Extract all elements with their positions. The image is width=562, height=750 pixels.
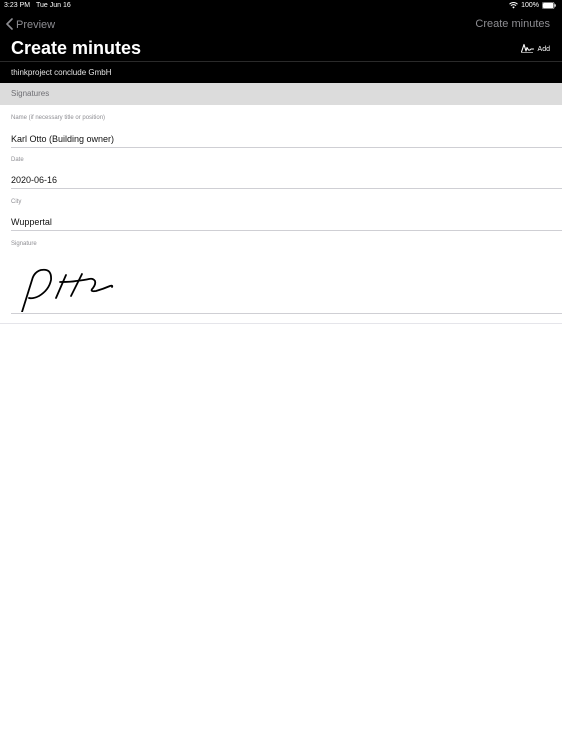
signature-underline [11,313,562,314]
app-screen: 3:23 PM Tue Jun 16 100% Preview Create m… [0,0,562,750]
battery-icon [542,2,556,9]
date-field[interactable] [11,175,551,185]
company-name: thinkproject conclude GmbH [11,68,112,77]
city-field-underline [11,230,562,231]
signature-icon [520,43,534,55]
status-bar: 3:23 PM Tue Jun 16 100% [0,0,562,12]
date-field-underline [11,188,562,189]
nav-title: Create minutes [475,18,550,30]
section-header: Signatures [0,83,562,105]
back-button[interactable]: Preview [6,17,55,33]
back-button-label: Preview [16,19,56,31]
page-title: Create minutes [11,38,142,58]
status-right: 100% [509,2,556,9]
status-time: 3:23 PM [4,2,31,9]
battery-percent: 100% [521,2,539,9]
form-bottom-divider [0,323,562,324]
navigation-bar: Preview Create minutes Create minutes Ad… [0,12,562,83]
date-field-label: Date [11,157,24,163]
city-field-label: City [11,199,22,205]
chevron-left-icon [6,17,13,33]
add-signature-button[interactable]: Add [520,43,550,55]
signature-drawing [21,268,114,313]
status-date: Tue Jun 16 [36,2,71,9]
section-title: Signatures [11,89,50,98]
signature-pad[interactable] [11,252,562,313]
nav-divider [0,61,562,62]
city-field[interactable] [11,217,551,227]
wifi-icon [509,2,518,9]
name-field-label: Name (if necessary title or position) [11,115,106,121]
add-button-label: Add [537,45,550,53]
name-field[interactable] [11,134,551,144]
name-field-underline [11,147,562,148]
signature-field-label: Signature [11,241,37,247]
